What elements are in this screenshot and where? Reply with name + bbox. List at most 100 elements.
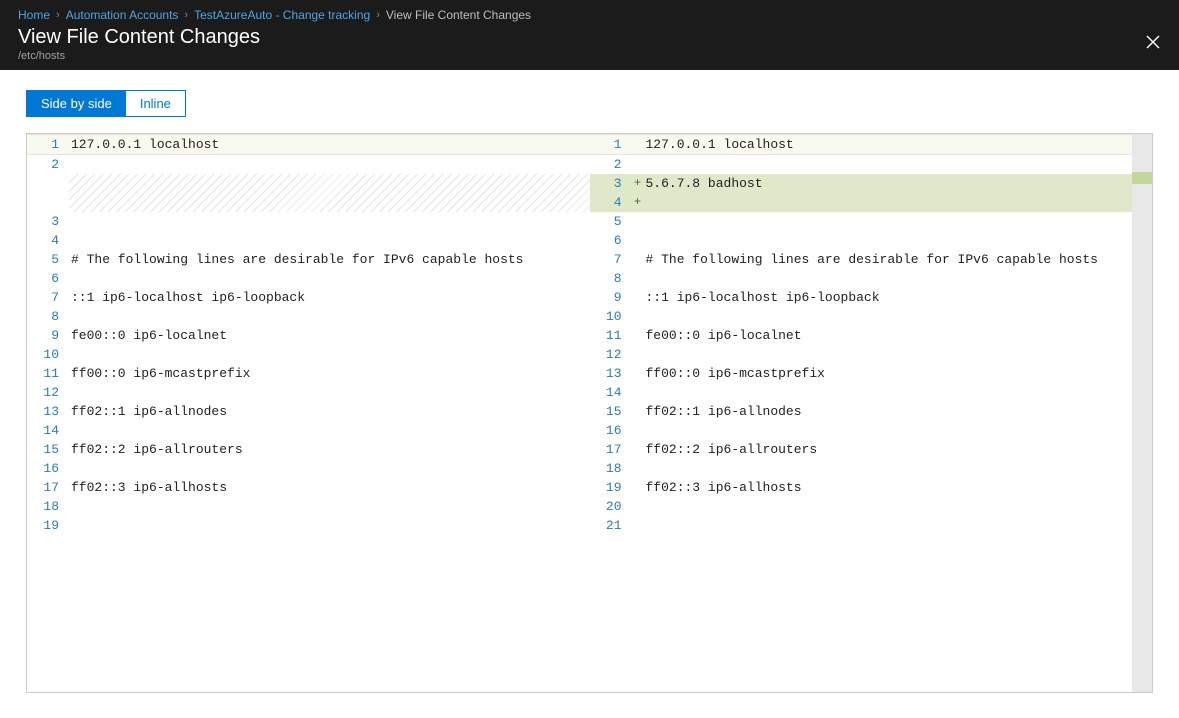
- line-number: 10: [590, 307, 632, 326]
- diff-line[interactable]: 17ff02::2 ip6-allrouters: [590, 440, 1133, 459]
- breadcrumb-accounts[interactable]: Automation Accounts: [66, 8, 179, 22]
- diff-line[interactable]: 9::1 ip6-localhost ip6-loopback: [590, 288, 1133, 307]
- line-number: 1: [27, 135, 69, 154]
- change-marker: [632, 250, 644, 269]
- code-content: [69, 269, 590, 288]
- diff-line[interactable]: 2: [590, 155, 1133, 174]
- code-content: # The following lines are desirable for …: [644, 250, 1133, 269]
- diff-line[interactable]: 4: [27, 231, 590, 250]
- diff-line[interactable]: 9fe00::0 ip6-localnet: [27, 326, 590, 345]
- code-content: [69, 421, 590, 440]
- chevron-right-icon: ›: [184, 9, 188, 21]
- code-content: [644, 193, 1133, 212]
- diff-line[interactable]: 10: [590, 307, 1133, 326]
- code-content: # The following lines are desirable for …: [69, 250, 590, 269]
- diff-line[interactable]: 20: [590, 497, 1133, 516]
- diff-line[interactable]: 1127.0.0.1 localhost: [590, 134, 1133, 155]
- change-marker: [632, 326, 644, 345]
- code-content: ff02::2 ip6-allrouters: [644, 440, 1133, 459]
- diff-line[interactable]: 11ff00::0 ip6-mcastprefix: [27, 364, 590, 383]
- diff-line[interactable]: 3: [27, 212, 590, 231]
- diff-line[interactable]: 19ff02::3 ip6-allhosts: [590, 478, 1133, 497]
- diff-line[interactable]: 11fe00::0 ip6-localnet: [590, 326, 1133, 345]
- change-marker: [632, 459, 644, 478]
- diff-line[interactable]: 18: [27, 497, 590, 516]
- diff-line[interactable]: 10: [27, 345, 590, 364]
- breadcrumb-resource[interactable]: TestAzureAuto - Change tracking: [194, 8, 370, 22]
- diff-line[interactable]: 5: [590, 212, 1133, 231]
- change-marker: [632, 478, 644, 497]
- diff-line[interactable]: 14: [590, 383, 1133, 402]
- diff-line[interactable]: 21: [590, 516, 1133, 535]
- chevron-right-icon: ›: [376, 9, 380, 21]
- code-content: ff02::1 ip6-allnodes: [69, 402, 590, 421]
- diff-line[interactable]: 15ff02::1 ip6-allnodes: [590, 402, 1133, 421]
- line-number: 6: [590, 231, 632, 250]
- change-marker: [632, 212, 644, 231]
- diff-line[interactable]: 19: [27, 516, 590, 535]
- code-content: 127.0.0.1 localhost: [644, 135, 1133, 154]
- diff-line[interactable]: 18: [590, 459, 1133, 478]
- code-content: 127.0.0.1 localhost: [69, 135, 590, 154]
- diff-line[interactable]: 7# The following lines are desirable for…: [590, 250, 1133, 269]
- change-marker: [632, 269, 644, 288]
- change-marker: [632, 288, 644, 307]
- diff-line[interactable]: 14: [27, 421, 590, 440]
- line-number: 2: [27, 155, 69, 174]
- change-marker: [632, 135, 644, 154]
- line-number: 3: [27, 212, 69, 231]
- diff-line[interactable]: 12: [27, 383, 590, 402]
- code-content: [644, 497, 1133, 516]
- left-pane: 1127.0.0.1 localhost2 345# The following …: [27, 134, 590, 692]
- line-number: 20: [590, 497, 632, 516]
- diff-line[interactable]: [27, 174, 590, 212]
- content-area: Side by side Inline 1127.0.0.1 localhost…: [0, 70, 1179, 718]
- diff-line[interactable]: 13ff02::1 ip6-allnodes: [27, 402, 590, 421]
- code-content: ff02::2 ip6-allrouters: [69, 440, 590, 459]
- diff-line[interactable]: 13ff00::0 ip6-mcastprefix: [590, 364, 1133, 383]
- change-marker: [632, 364, 644, 383]
- diff-line[interactable]: 16: [27, 459, 590, 478]
- inline-button[interactable]: Inline: [126, 91, 185, 116]
- change-marker: [632, 440, 644, 459]
- line-number: 6: [27, 269, 69, 288]
- line-number: 9: [590, 288, 632, 307]
- close-icon[interactable]: [1141, 30, 1165, 54]
- diff-line[interactable]: 6: [590, 231, 1133, 250]
- change-marker: [632, 516, 644, 535]
- breadcrumb-home[interactable]: Home: [18, 8, 50, 22]
- diff-line[interactable]: 17ff02::3 ip6-allhosts: [27, 478, 590, 497]
- change-mark: [1132, 172, 1152, 184]
- overview-ruler[interactable]: [1132, 134, 1152, 692]
- diff-line[interactable]: 3+5.6.7.8 badhost: [590, 174, 1133, 193]
- diff-line[interactable]: 12: [590, 345, 1133, 364]
- code-content: [644, 421, 1133, 440]
- line-number: 17: [27, 478, 69, 497]
- line-number: 19: [27, 516, 69, 535]
- line-number: 5: [590, 212, 632, 231]
- diff-line[interactable]: 7::1 ip6-localhost ip6-loopback: [27, 288, 590, 307]
- diff-line[interactable]: 8: [590, 269, 1133, 288]
- left-lines[interactable]: 1127.0.0.1 localhost2 345# The following …: [27, 134, 590, 535]
- diff-line[interactable]: 1127.0.0.1 localhost: [27, 134, 590, 155]
- side-by-side-button[interactable]: Side by side: [27, 91, 126, 116]
- code-content: ff00::0 ip6-mcastprefix: [644, 364, 1133, 383]
- diff-line[interactable]: 6: [27, 269, 590, 288]
- diff-line[interactable]: 16: [590, 421, 1133, 440]
- diff-line[interactable]: 4+: [590, 193, 1133, 212]
- line-number: 14: [27, 421, 69, 440]
- code-content: [69, 459, 590, 478]
- right-lines[interactable]: 1127.0.0.1 localhost23+5.6.7.8 badhost4+…: [590, 134, 1133, 535]
- line-number: 5: [27, 250, 69, 269]
- line-number: 16: [590, 421, 632, 440]
- code-content: [69, 174, 590, 212]
- diff-line[interactable]: 2: [27, 155, 590, 174]
- code-content: [644, 307, 1133, 326]
- change-marker: [632, 383, 644, 402]
- line-number: 16: [27, 459, 69, 478]
- diff-line[interactable]: 8: [27, 307, 590, 326]
- code-content: [644, 231, 1133, 250]
- diff-line[interactable]: 5# The following lines are desirable for…: [27, 250, 590, 269]
- page-subtitle: /etc/hosts: [18, 50, 1161, 62]
- diff-line[interactable]: 15ff02::2 ip6-allrouters: [27, 440, 590, 459]
